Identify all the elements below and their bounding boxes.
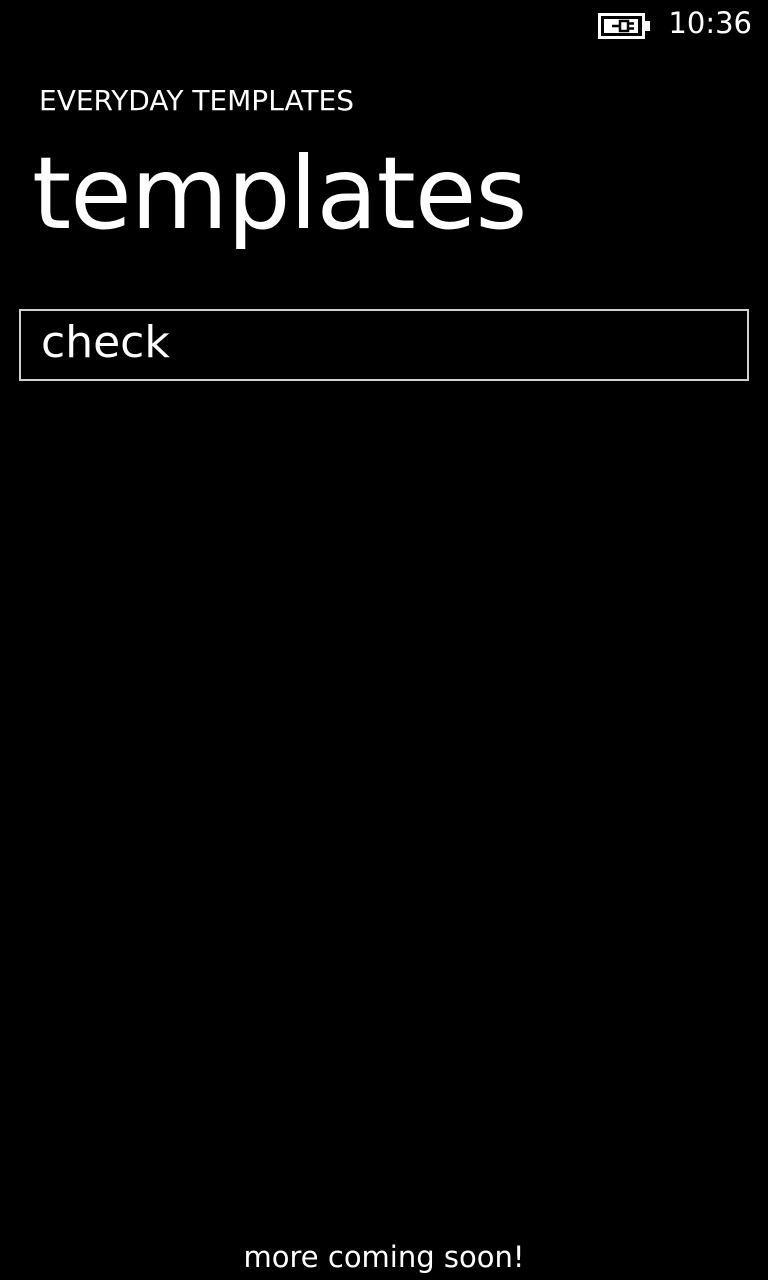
battery-charging-icon — [598, 13, 650, 39]
status-bar: 10:36 — [0, 0, 768, 50]
status-time: 10:36 — [668, 6, 752, 40]
template-list: check — [19, 309, 749, 381]
template-item-label: check — [41, 316, 170, 368]
footer-note: more coming soon! — [243, 1240, 525, 1274]
template-item-check[interactable]: check — [19, 309, 749, 381]
page-title: templates — [32, 135, 528, 252]
app-title: EVERYDAY TEMPLATES — [39, 84, 354, 117]
